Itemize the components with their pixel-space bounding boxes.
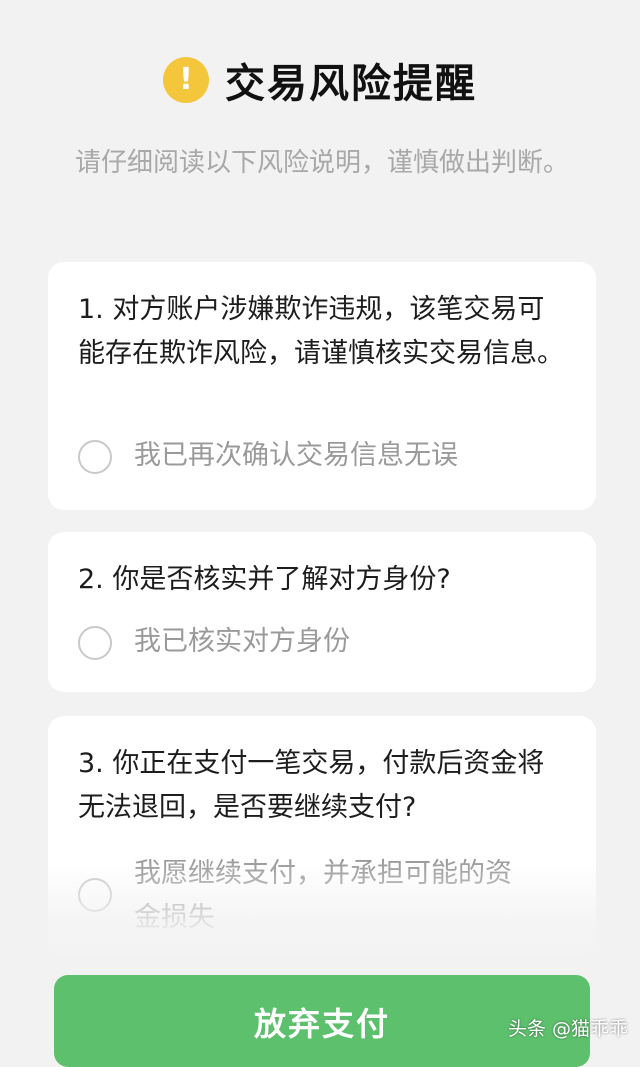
- confirm-option-2[interactable]: 我已核实对方身份: [78, 620, 578, 664]
- watermark: 头条 @猫乖乖: [507, 1018, 628, 1040]
- header: ! 交易风险提醒: [0, 48, 640, 112]
- confirm-option-3[interactable]: 我愿继续支付，并承担可能的资金损失: [78, 852, 518, 940]
- question-text: 2. 你是否核实并了解对方身份?: [78, 564, 451, 595]
- option-label: 我已核实对方身份: [134, 626, 350, 657]
- page-subtitle: 请仔细阅读以下风险说明，谨慎做出判断。: [74, 148, 569, 178]
- option-label: 我已再次确认交易信息无误: [134, 440, 458, 471]
- radio-button[interactable]: [78, 626, 112, 660]
- question-card-2: 2. 你是否核实并了解对方身份? 我已核实对方身份: [48, 532, 596, 692]
- option-label: 我愿继续支付，并承担可能的资金损失: [134, 858, 512, 933]
- question-card-1: 1. 对方账户涉嫌欺诈违规，该笔交易可能存在欺诈风险，请谨慎核实交易信息。 我已…: [48, 262, 596, 510]
- radio-button[interactable]: [78, 878, 112, 912]
- radio-button[interactable]: [78, 440, 112, 474]
- warning-icon-glyph: !: [179, 62, 193, 97]
- question-text: 3. 你正在支付一笔交易，付款后资金将无法退回，是否要继续支付?: [78, 748, 545, 823]
- question-card-3: 3. 你正在支付一笔交易，付款后资金将无法退回，是否要继续支付? 我愿继续支付，…: [48, 716, 596, 956]
- confirm-option-1[interactable]: 我已再次确认交易信息无误: [78, 434, 578, 478]
- question-text: 1. 对方账户涉嫌欺诈违规，该笔交易可能存在欺诈风险，请谨慎核实交易信息。: [78, 294, 564, 369]
- warning-icon: !: [163, 57, 209, 103]
- page-title: 交易风险提醒: [225, 61, 477, 107]
